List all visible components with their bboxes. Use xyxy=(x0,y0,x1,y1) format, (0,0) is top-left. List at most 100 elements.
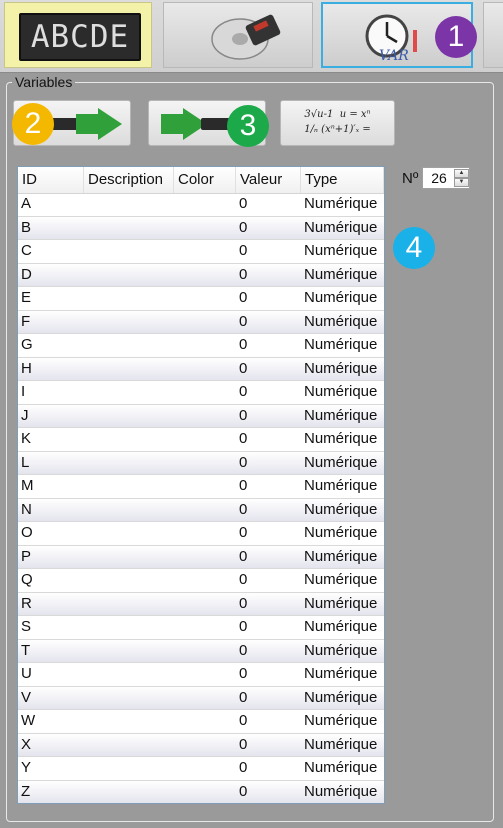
column-header-type[interactable]: Type xyxy=(301,167,384,193)
cell-id[interactable]: S xyxy=(18,616,84,638)
cell-type[interactable]: Numérique xyxy=(301,710,384,732)
cell-type[interactable]: Numérique xyxy=(301,193,384,215)
cell-color[interactable] xyxy=(174,240,236,262)
cell-type[interactable]: Numérique xyxy=(301,287,384,309)
table-row[interactable]: M 0 Numérique xyxy=(18,475,384,499)
cell-color[interactable] xyxy=(174,217,236,239)
cell-color[interactable] xyxy=(174,428,236,450)
cell-type[interactable]: Numérique xyxy=(301,663,384,685)
spin-up-button[interactable]: ▲ xyxy=(454,169,469,178)
cell-value[interactable]: 0 xyxy=(236,217,301,239)
cell-type[interactable]: Numérique xyxy=(301,522,384,544)
cell-value[interactable]: 0 xyxy=(236,546,301,568)
table-row[interactable]: F 0 Numérique xyxy=(18,310,384,334)
cell-type[interactable]: Numérique xyxy=(301,781,384,803)
cell-id[interactable]: X xyxy=(18,734,84,756)
cell-type[interactable]: Numérique xyxy=(301,452,384,474)
cell-value[interactable]: 0 xyxy=(236,499,301,521)
cell-id[interactable]: J xyxy=(18,405,84,427)
cell-description[interactable] xyxy=(84,710,174,732)
cell-id[interactable]: G xyxy=(18,334,84,356)
cell-value[interactable]: 0 xyxy=(236,687,301,709)
cell-description[interactable] xyxy=(84,193,174,215)
cell-description[interactable] xyxy=(84,734,174,756)
table-row[interactable]: W 0 Numérique xyxy=(18,710,384,734)
column-header-value[interactable]: Valeur xyxy=(236,167,301,193)
cell-type[interactable]: Numérique xyxy=(301,405,384,427)
cell-id[interactable]: Q xyxy=(18,569,84,591)
cell-color[interactable] xyxy=(174,475,236,497)
cell-id[interactable]: W xyxy=(18,710,84,732)
cell-color[interactable] xyxy=(174,757,236,779)
cell-id[interactable]: L xyxy=(18,452,84,474)
table-row[interactable]: D 0 Numérique xyxy=(18,263,384,287)
cell-id[interactable]: Y xyxy=(18,757,84,779)
table-row[interactable]: O 0 Numérique xyxy=(18,522,384,546)
cell-type[interactable]: Numérique xyxy=(301,640,384,662)
cell-value[interactable]: 0 xyxy=(236,781,301,803)
cell-color[interactable] xyxy=(174,663,236,685)
cell-description[interactable] xyxy=(84,687,174,709)
cell-id[interactable]: F xyxy=(18,311,84,333)
cell-color[interactable] xyxy=(174,334,236,356)
table-row[interactable]: S 0 Numérique xyxy=(18,616,384,640)
table-row[interactable]: J 0 Numérique xyxy=(18,404,384,428)
cell-id[interactable]: C xyxy=(18,240,84,262)
cell-color[interactable] xyxy=(174,287,236,309)
cell-type[interactable]: Numérique xyxy=(301,311,384,333)
cell-color[interactable] xyxy=(174,710,236,732)
cell-color[interactable] xyxy=(174,569,236,591)
table-row[interactable]: X 0 Numérique xyxy=(18,733,384,757)
cell-id[interactable]: N xyxy=(18,499,84,521)
table-row[interactable]: V 0 Numérique xyxy=(18,686,384,710)
cell-color[interactable] xyxy=(174,616,236,638)
cell-id[interactable]: K xyxy=(18,428,84,450)
table-row[interactable]: I 0 Numérique xyxy=(18,381,384,405)
cell-id[interactable]: B xyxy=(18,217,84,239)
table-row[interactable]: Q 0 Numérique xyxy=(18,569,384,593)
cell-id[interactable]: P xyxy=(18,546,84,568)
table-row[interactable]: C 0 Numérique xyxy=(18,240,384,264)
cell-description[interactable] xyxy=(84,311,174,333)
cell-description[interactable] xyxy=(84,640,174,662)
cell-value[interactable]: 0 xyxy=(236,311,301,333)
cell-description[interactable] xyxy=(84,522,174,544)
tool-led-display[interactable]: ABCDE xyxy=(4,2,152,68)
table-row[interactable]: E 0 Numérique xyxy=(18,287,384,311)
cell-id[interactable]: T xyxy=(18,640,84,662)
cell-id[interactable]: H xyxy=(18,358,84,380)
table-row[interactable]: Y 0 Numérique xyxy=(18,757,384,781)
table-row[interactable]: A 0 Numérique xyxy=(18,193,384,217)
cell-description[interactable] xyxy=(84,475,174,497)
column-header-id[interactable]: ID xyxy=(18,167,84,193)
cell-description[interactable] xyxy=(84,593,174,615)
cell-description[interactable] xyxy=(84,334,174,356)
cell-value[interactable]: 0 xyxy=(236,616,301,638)
cell-description[interactable] xyxy=(84,428,174,450)
cell-type[interactable]: Numérique xyxy=(301,616,384,638)
cell-value[interactable]: 0 xyxy=(236,593,301,615)
cell-value[interactable]: 0 xyxy=(236,287,301,309)
cell-description[interactable] xyxy=(84,546,174,568)
cell-value[interactable]: 0 xyxy=(236,334,301,356)
cell-color[interactable] xyxy=(174,640,236,662)
cell-id[interactable]: D xyxy=(18,264,84,286)
table-row[interactable]: R 0 Numérique xyxy=(18,592,384,616)
cell-description[interactable] xyxy=(84,452,174,474)
cell-value[interactable]: 0 xyxy=(236,452,301,474)
table-row[interactable]: U 0 Numérique xyxy=(18,663,384,687)
cell-type[interactable]: Numérique xyxy=(301,475,384,497)
cell-type[interactable]: Numérique xyxy=(301,546,384,568)
cell-id[interactable]: Z xyxy=(18,781,84,803)
cell-description[interactable] xyxy=(84,757,174,779)
cell-value[interactable]: 0 xyxy=(236,475,301,497)
table-row[interactable]: B 0 Numérique xyxy=(18,216,384,240)
cell-value[interactable]: 0 xyxy=(236,381,301,403)
cell-id[interactable]: I xyxy=(18,381,84,403)
cell-type[interactable]: Numérique xyxy=(301,593,384,615)
cell-type[interactable]: Numérique xyxy=(301,264,384,286)
cell-description[interactable] xyxy=(84,663,174,685)
cell-type[interactable]: Numérique xyxy=(301,381,384,403)
cell-type[interactable]: Numérique xyxy=(301,569,384,591)
cell-color[interactable] xyxy=(174,593,236,615)
